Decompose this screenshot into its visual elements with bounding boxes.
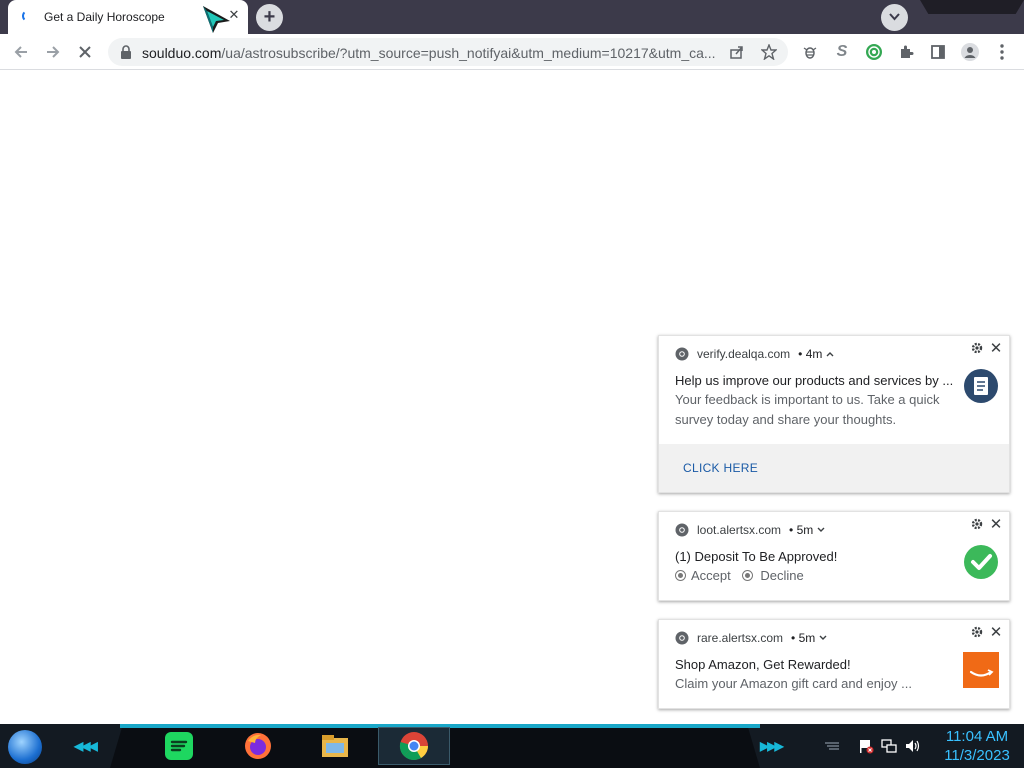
puzzle-icon[interactable] <box>895 41 917 63</box>
chrome-icon <box>675 347 689 361</box>
notification-title: Help us improve our products and service… <box>675 373 954 388</box>
system-clock[interactable]: 11:04 AM 11/3/2023 <box>934 727 1020 765</box>
settings-gear-icon[interactable] <box>971 626 983 638</box>
volume-icon[interactable] <box>905 738 921 754</box>
start-button[interactable] <box>8 730 42 764</box>
notification-origin: rare.alertsx.com <box>697 631 784 645</box>
notification-header: rare.alertsx.com • 5m <box>675 630 827 646</box>
sidepanel-icon[interactable] <box>927 41 949 63</box>
settings-gear-icon[interactable] <box>971 342 983 354</box>
notification-time: • 4m <box>798 347 823 361</box>
notification-header: verify.dealqa.com • 4m <box>675 346 834 362</box>
notification-card[interactable]: loot.alertsx.com • 5m ✕ (1) Deposit To B… <box>658 511 1010 601</box>
network-icon[interactable] <box>881 738 897 754</box>
notification-body-line: Your feedback is important to us. Take a… <box>675 392 940 407</box>
url-text: soulduo.com/ua/astrosubscribe/?utm_sourc… <box>142 45 726 61</box>
window-frame-decoration <box>920 0 1024 14</box>
close-icon[interactable]: ✕ <box>989 515 1003 533</box>
notification-title: Shop Amazon, Get Rewarded! <box>675 657 851 672</box>
browser-toolbar: soulduo.com/ua/astrosubscribe/?utm_sourc… <box>0 34 1024 70</box>
file-explorer-icon[interactable] <box>320 731 350 761</box>
firefox-icon[interactable] <box>243 731 273 761</box>
close-icon[interactable]: ✕ <box>989 339 1003 357</box>
notification-title: (1) Deposit To Be Approved! <box>675 549 838 564</box>
chevron-down-icon <box>889 13 900 21</box>
radio-icon <box>675 570 686 581</box>
url-domain: soulduo.com <box>142 45 222 61</box>
star-icon[interactable] <box>758 41 780 63</box>
notification-header: loot.alertsx.com • 5m <box>675 522 825 538</box>
notification-body: Your feedback is important to us. Take a… <box>675 390 940 430</box>
green-checkmark-icon <box>964 545 998 579</box>
tab-search-button[interactable] <box>881 4 908 31</box>
radio-icon <box>742 570 754 581</box>
notification-time: • 5m <box>791 631 816 645</box>
share-icon[interactable] <box>726 41 748 63</box>
new-tab-button[interactable]: + <box>256 4 283 31</box>
screen: Get a Daily Horoscope ✕ + soulduo.com/ua… <box>0 0 1024 768</box>
notification-time: • 5m <box>789 523 814 537</box>
close-icon[interactable]: ✕ <box>989 623 1003 641</box>
extension-s-icon[interactable]: S <box>831 41 853 63</box>
show-desktop-icon[interactable] <box>824 738 840 754</box>
decor-chevrons-icon: ▶▶▶ <box>760 739 784 753</box>
clock-time: 11:04 AM <box>945 728 1009 745</box>
amazon-icon <box>963 652 999 688</box>
forward-icon[interactable] <box>42 41 64 63</box>
chrome-icon <box>675 523 689 537</box>
notification-origin: loot.alertsx.com <box>697 523 782 537</box>
survey-document-icon <box>964 369 998 403</box>
spotify-icon[interactable] <box>164 731 194 761</box>
decline-label: Decline <box>760 568 804 583</box>
notification-origin: verify.dealqa.com <box>697 347 791 361</box>
notification-body-line: survey today and share your thoughts. <box>675 412 897 427</box>
chevron-down-icon[interactable] <box>817 527 825 533</box>
notification-action-bar: CLICK HERE <box>659 444 1009 492</box>
address-bar[interactable]: soulduo.com/ua/astrosubscribe/?utm_sourc… <box>108 38 788 66</box>
back-icon[interactable] <box>10 41 32 63</box>
click-here-button[interactable]: CLICK HERE <box>683 461 758 475</box>
notification-options: Accept Decline <box>675 566 804 586</box>
custom-cursor-icon <box>203 6 230 33</box>
accept-label: Accept <box>691 568 731 583</box>
profile-icon[interactable] <box>959 41 981 63</box>
decor-chevrons-icon: ◀◀◀ <box>74 739 98 753</box>
stop-icon[interactable] <box>74 41 96 63</box>
tab-title: Get a Daily Horoscope <box>44 10 165 24</box>
chevron-down-icon[interactable] <box>819 635 827 641</box>
accept-option[interactable]: Accept <box>675 568 731 583</box>
taskbar: ◀◀◀ ▶▶▶ 11:04 AM 11/3/2023 <box>0 724 1024 768</box>
chrome-icon <box>675 631 689 645</box>
loading-spinner-icon <box>22 10 34 22</box>
decline-option[interactable]: Decline <box>742 568 804 583</box>
notification-body: Claim your Amazon gift card and enjoy ..… <box>675 676 913 691</box>
notification-card[interactable]: verify.dealqa.com • 4m ✕ Help us improve… <box>658 335 1010 493</box>
action-center-flag-icon[interactable] <box>858 738 874 754</box>
extension-globe-icon[interactable] <box>863 41 885 63</box>
chrome-icon[interactable] <box>399 731 429 761</box>
clock-date: 11/3/2023 <box>944 747 1010 764</box>
url-path: /ua/astrosubscribe/?utm_source=push_noti… <box>221 45 716 61</box>
lock-icon <box>121 45 131 59</box>
notification-card[interactable]: rare.alertsx.com • 5m ✕ Shop Amazon, Get… <box>658 619 1010 709</box>
extension-bee-icon[interactable] <box>799 41 821 63</box>
settings-gear-icon[interactable] <box>971 518 983 530</box>
chevron-up-icon[interactable] <box>826 351 834 357</box>
menu-icon[interactable] <box>991 41 1013 63</box>
tab-strip: Get a Daily Horoscope ✕ + <box>0 0 1024 34</box>
